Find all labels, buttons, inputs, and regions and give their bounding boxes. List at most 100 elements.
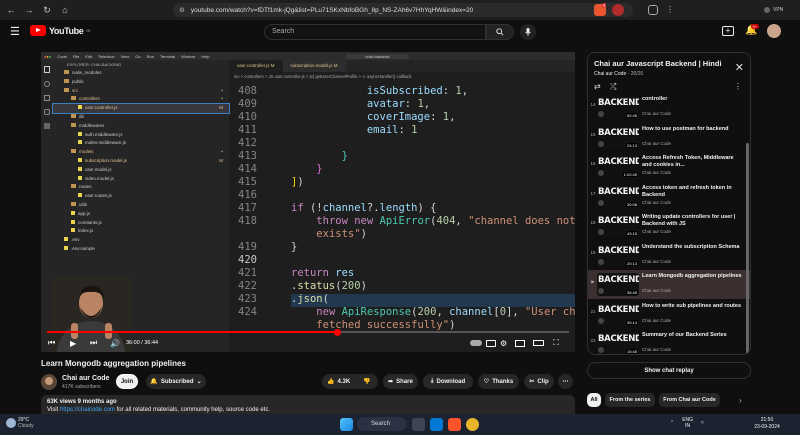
account-avatar[interactable]: [767, 24, 781, 38]
vscode-icon[interactable]: [430, 418, 443, 431]
reload-icon[interactable]: ↻: [40, 3, 54, 17]
playlist-item[interactable]: 22 BACKEND 15:45 Summary of our Backend Ser…: [588, 329, 750, 354]
desc-link[interactable]: https://chaicode.com: [60, 407, 115, 413]
brave-icon[interactable]: [448, 418, 461, 431]
playlist-thumbnail[interactable]: BACKEND 30:08: [597, 184, 639, 208]
tree-item[interactable]: .env.sample: [53, 245, 229, 254]
playlist-thumbnail[interactable]: BACKEND 15:45: [597, 332, 639, 354]
playlist-item[interactable]: 21 BACKEND 30:14 How to write sub pipelines…: [588, 300, 750, 329]
video-player[interactable]: ●●● Code File Edit Selection View Go Run…: [41, 52, 575, 352]
more-actions-button[interactable]: ⋯: [558, 374, 573, 389]
sidebar-toggle-icon[interactable]: [648, 5, 658, 15]
tree-item[interactable]: utils: [53, 201, 229, 210]
tree-item[interactable]: app.js: [53, 210, 229, 219]
chip-from-channel[interactable]: From Chai aur Code: [659, 393, 720, 407]
tree-item[interactable]: public: [53, 78, 229, 87]
chip-all[interactable]: All: [587, 393, 601, 407]
playlist-scrollbar[interactable]: [746, 143, 749, 354]
playlist-title[interactable]: Chai aur Javascript Backend | Hindi: [594, 59, 734, 68]
tray-chevron-icon[interactable]: ⌃: [670, 420, 674, 426]
files-app-icon[interactable]: [412, 418, 425, 431]
playlist-item[interactable]: 18 BACKEND 43:15 Writing update controllers…: [588, 211, 750, 240]
thanks-button[interactable]: ♡ Thanks: [478, 374, 519, 389]
captions-icon[interactable]: [486, 337, 496, 349]
loop-icon[interactable]: ⇄: [594, 82, 601, 91]
tree-item[interactable]: routes: [53, 183, 229, 192]
back-icon[interactable]: ←: [4, 3, 18, 17]
voice-search-button[interactable]: [520, 24, 536, 40]
search-input[interactable]: Search: [264, 24, 486, 40]
tree-item[interactable]: constants.js: [53, 219, 229, 228]
close-icon[interactable]: ✕: [735, 61, 744, 74]
subscribe-button[interactable]: 🔔 Subscribed ⌄: [146, 374, 206, 389]
playlist-owner[interactable]: Chai aur Code: [594, 71, 626, 77]
tree-item[interactable]: node_modules: [53, 69, 229, 78]
taskbar-search[interactable]: Search: [357, 417, 407, 431]
chips-next-icon[interactable]: ›: [739, 396, 742, 405]
scrubber-handle[interactable]: [334, 328, 341, 336]
settings-icon[interactable]: ⚙: [500, 337, 507, 349]
shuffle-icon[interactable]: ⤮: [610, 82, 616, 92]
tree-item[interactable]: video.model.js: [53, 175, 229, 184]
tab-user-controller[interactable]: user.controller.js M: [229, 60, 283, 72]
playlist-item[interactable]: 17 BACKEND 30:08 Access token and refresh t…: [588, 182, 750, 211]
playlist-thumbnail[interactable]: BACKEND 1:02:45: [597, 155, 639, 178]
forward-icon[interactable]: →: [22, 3, 36, 17]
chip-from-series[interactable]: From the series: [605, 393, 655, 407]
site-info-icon[interactable]: ⚙: [179, 6, 185, 14]
tree-item[interactable]: subscription.model.js M: [53, 157, 229, 166]
prev-icon[interactable]: ⏮: [48, 337, 55, 349]
create-icon[interactable]: +: [722, 26, 734, 36]
windows-start-icon[interactable]: [340, 418, 353, 431]
clip-button[interactable]: ✂ Clip: [524, 374, 554, 389]
youtube-logo[interactable]: YouTube IN: [30, 25, 90, 36]
tree-item[interactable]: db: [53, 113, 229, 122]
tree-item[interactable]: index.js: [53, 227, 229, 236]
address-bar[interactable]: ⚙ youtube.com/watch?v=fDTf1mk-jQg&list=P…: [173, 3, 633, 17]
playlist-thumbnail[interactable]: BACKEND 36:45: [597, 273, 639, 296]
tree-item[interactable]: multer.middleware.js: [53, 139, 229, 148]
like-button[interactable]: 👍 4.3K 👎: [322, 374, 378, 389]
playlist-item[interactable]: 14 BACKEND 52:45 controller Chai aur Code: [588, 93, 750, 122]
playlist-item[interactable]: 15 BACKEND 24:13 How to use postman for bac…: [588, 123, 750, 152]
playlist-thumbnail[interactable]: BACKEND 52:45: [597, 96, 639, 119]
playlist-item[interactable]: 16 BACKEND 1:02:45 Access Refresh Token, Mi…: [588, 152, 750, 181]
tree-item[interactable]: user.model.js: [53, 166, 229, 175]
hamburger-icon[interactable]: ☰: [10, 25, 20, 38]
show-chat-replay-button[interactable]: Show chat replay: [587, 362, 751, 379]
theater-icon[interactable]: [533, 337, 544, 349]
playlist-thumbnail[interactable]: BACKEND 24:13: [597, 125, 639, 149]
chrome-icon[interactable]: [466, 418, 479, 431]
tree-item[interactable]: models •: [53, 148, 229, 157]
playlist-item[interactable]: ▶ BACKEND 36:45 Learn Mongodb aggregation p…: [588, 270, 750, 299]
wifi-icon[interactable]: ≈: [701, 420, 704, 426]
dislike-icon[interactable]: 👎: [363, 378, 370, 385]
video-progress-bar[interactable]: [47, 328, 569, 336]
tree-item[interactable]: user.controller.js M: [52, 103, 230, 114]
tree-item[interactable]: user.routes.js: [53, 192, 229, 201]
search-button[interactable]: [486, 24, 514, 40]
miniplayer-icon[interactable]: [515, 337, 525, 349]
tree-item[interactable]: auth.middleware.js: [53, 131, 229, 140]
play-icon[interactable]: ▶: [70, 337, 76, 349]
language-indicator[interactable]: ENG IN: [682, 417, 693, 429]
playlist-thumbnail[interactable]: BACKEND 43:15: [597, 214, 639, 237]
tree-item[interactable]: controllers •: [53, 95, 229, 104]
playlist-more-icon[interactable]: ⋮: [734, 82, 742, 91]
download-button[interactable]: ⤓ Download: [423, 374, 473, 389]
next-icon[interactable]: ⏭: [90, 337, 97, 349]
channel-name[interactable]: Chai aur Code: [62, 375, 109, 382]
playlist-item[interactable]: 19 BACKEND 20:13 Understand the subscriptio…: [588, 241, 750, 270]
playlist-thumbnail[interactable]: BACKEND 30:14: [597, 302, 639, 326]
channel-avatar[interactable]: [41, 374, 57, 390]
tab-subscription-model[interactable]: subscription.model.js M: [282, 60, 346, 72]
taskbar-clock[interactable]: 21:50 23-09-2024: [752, 417, 782, 431]
tree-item[interactable]: src •: [53, 87, 229, 96]
autoplay-toggle[interactable]: [470, 337, 482, 349]
menu-icon[interactable]: ⋮: [666, 5, 674, 14]
vpn-icon[interactable]: [764, 7, 770, 13]
join-button[interactable]: Join: [116, 374, 138, 389]
home-icon[interactable]: ⌂: [58, 3, 72, 17]
share-button[interactable]: ➦ Share: [383, 374, 418, 389]
weather-widget[interactable]: 29°C Cloudy: [18, 417, 34, 429]
